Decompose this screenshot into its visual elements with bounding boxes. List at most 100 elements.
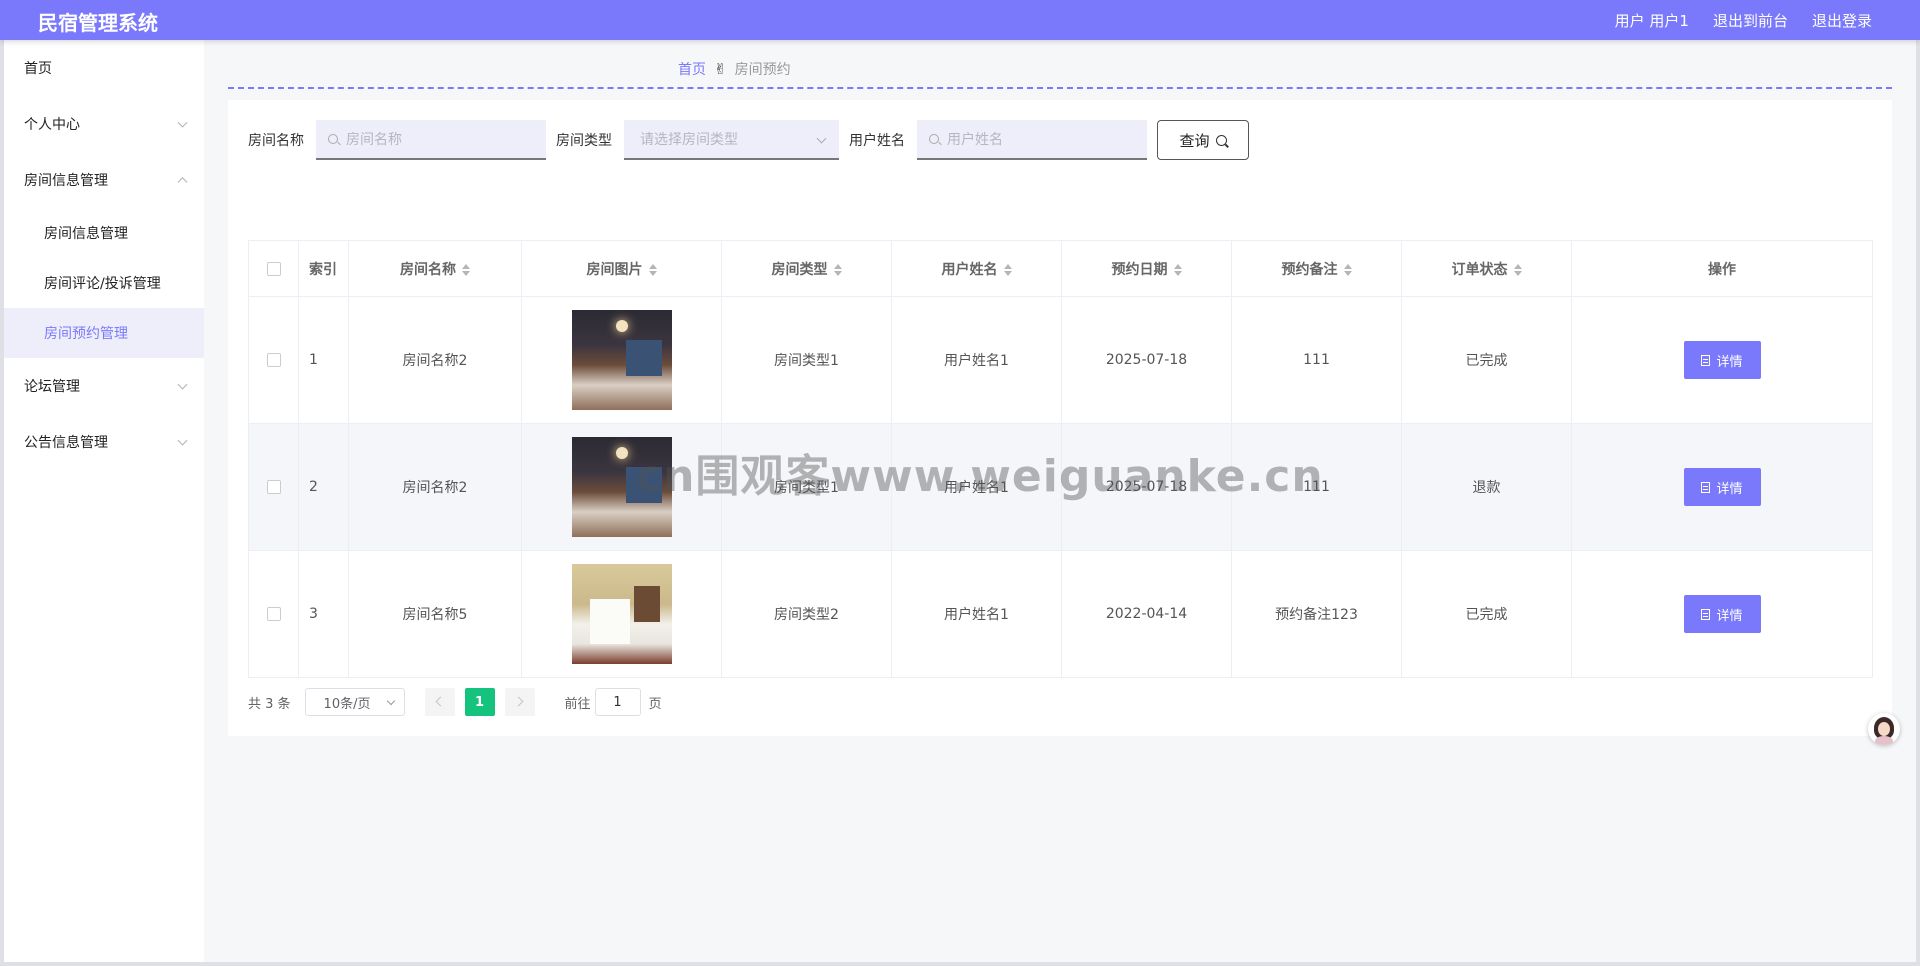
header-label: 房间图片: [586, 261, 643, 278]
detail-button-label: 详情: [1716, 608, 1743, 624]
user-name-input[interactable]: 用户姓名: [917, 120, 1147, 160]
header-label: 房间类型: [771, 261, 828, 278]
room-name-placeholder: 房间名称: [346, 132, 402, 148]
sidebar-item-label: 论坛管理: [24, 379, 80, 395]
table-row: 3 房间名称5 房间类型2 用户姓名1 2022-04-14 预约备注123 已…: [248, 550, 1873, 678]
cell-booking-date: 2022-04-14: [1061, 550, 1232, 678]
chevron-down-icon: [386, 696, 395, 706]
header-room-image[interactable]: 房间图片: [521, 240, 722, 297]
cell-actions: 详情: [1571, 296, 1873, 424]
header-actions: 操作: [1571, 240, 1873, 297]
sort-icon[interactable]: [1003, 263, 1012, 276]
sort-icon[interactable]: [462, 263, 470, 276]
room-type-select[interactable]: 请选择房间类型: [624, 120, 839, 160]
sort-icon[interactable]: [1513, 263, 1522, 276]
content-card: 房间名称 房间名称 房间类型 请选择房间类型 用户姓名 用户姓名 查询 索引 房…: [228, 100, 1892, 736]
sidebar-item-home[interactable]: 首页: [4, 40, 204, 96]
sidebar-item-label: 房间信息管理: [44, 226, 128, 242]
detail-button[interactable]: 详情: [1683, 468, 1761, 506]
header-user-name[interactable]: 用户姓名: [891, 240, 1062, 297]
page-suffix: 页: [648, 696, 662, 712]
room-name-input[interactable]: 房间名称: [316, 120, 546, 160]
sidebar-item-notice[interactable]: 公告信息管理: [4, 414, 204, 470]
sidebar-item-label: 个人中心: [24, 117, 80, 133]
row-checkbox[interactable]: [266, 480, 281, 494]
next-page-button[interactable]: [504, 688, 535, 716]
cell-booking-date: 2025-07-18: [1061, 296, 1232, 424]
header-room-type[interactable]: 房间类型: [721, 240, 892, 297]
header-label: 预约日期: [1111, 261, 1168, 278]
room-image[interactable]: [571, 437, 672, 537]
prev-page-button[interactable]: [424, 688, 455, 716]
header-label: 用户姓名: [941, 261, 998, 278]
row-checkbox[interactable]: [266, 607, 281, 621]
cell-user-name: 用户姓名1: [891, 423, 1062, 551]
search-icon: [328, 134, 338, 144]
cell-order-status: 退款: [1401, 423, 1572, 551]
user-name-label: 用户姓名: [849, 133, 905, 149]
page-number-button[interactable]: 1: [464, 688, 495, 716]
query-button[interactable]: 查询: [1157, 120, 1249, 160]
user-name-placeholder: 用户姓名: [947, 132, 1003, 148]
sidebar-item-room-group[interactable]: 房间信息管理: [4, 152, 204, 208]
sidebar-item-personal[interactable]: 个人中心: [4, 96, 204, 152]
room-image[interactable]: [571, 310, 672, 410]
room-type-label: 房间类型: [556, 133, 612, 149]
breadcrumb: 首页 ✌ 房间预约: [678, 59, 791, 79]
header-label: 预约备注: [1281, 261, 1338, 278]
query-button-label: 查询: [1179, 131, 1210, 150]
cell-index: 3: [298, 550, 349, 678]
detail-button-label: 详情: [1716, 481, 1743, 497]
search-bar: 房间名称 房间名称 房间类型 请选择房间类型 用户姓名 用户姓名 查询: [248, 120, 1249, 160]
room-type-placeholder: 请选择房间类型: [640, 132, 738, 148]
header-index: 索引: [298, 240, 349, 297]
detail-button[interactable]: 详情: [1683, 595, 1761, 633]
sidebar-item-forum[interactable]: 论坛管理: [4, 358, 204, 414]
document-icon: [1701, 354, 1711, 366]
sort-icon[interactable]: [648, 263, 657, 276]
sidebar-subitem-room-booking[interactable]: 房间预约管理: [4, 308, 204, 358]
row-select-cell: [248, 423, 299, 551]
exit-to-front-link[interactable]: 退出到前台: [1713, 10, 1788, 31]
sidebar-subitem-room-comment[interactable]: 房间评论/投诉管理: [4, 258, 204, 308]
header-booking-date[interactable]: 预约日期: [1061, 240, 1232, 297]
cell-room-type: 房间类型1: [721, 423, 892, 551]
chevron-up-icon: [177, 177, 188, 188]
room-image[interactable]: [571, 564, 672, 664]
logout-link[interactable]: 退出登录: [1812, 10, 1872, 31]
header-booking-note[interactable]: 预约备注: [1231, 240, 1402, 297]
sidebar-item-label: 公告信息管理: [24, 435, 108, 451]
breadcrumb-home-link[interactable]: 首页: [678, 59, 706, 79]
assistant-avatar[interactable]: [1868, 713, 1900, 745]
sidebar-subitem-room-info[interactable]: 房间信息管理: [4, 208, 204, 258]
row-select-cell: [248, 550, 299, 678]
goto-page-input[interactable]: 1: [594, 688, 641, 716]
chevron-down-icon: [177, 379, 188, 390]
sort-icon[interactable]: [1343, 263, 1352, 276]
document-icon: [1701, 481, 1711, 493]
cell-room-image: [521, 296, 722, 424]
header-label: 订单状态: [1451, 261, 1508, 278]
sort-icon[interactable]: [833, 263, 842, 276]
cell-index: 2: [298, 423, 349, 551]
detail-button[interactable]: 详情: [1683, 341, 1761, 379]
page-size-select[interactable]: 10条/页: [304, 688, 405, 716]
header-room-name[interactable]: 房间名称: [348, 240, 522, 297]
top-bar: 民宿管理系统 用户 用户1 退出到前台 退出登录: [0, 0, 1920, 40]
current-user-label: 用户 用户1: [1614, 12, 1689, 30]
search-icon: [929, 134, 939, 144]
room-name-label: 房间名称: [248, 133, 304, 149]
cell-booking-note: 111: [1231, 423, 1402, 551]
table-row: 2 房间名称2 房间类型1 用户姓名1 2025-07-18 111 退款 详情: [248, 423, 1873, 551]
header-order-status[interactable]: 订单状态: [1401, 240, 1572, 297]
cell-user-name: 用户姓名1: [891, 550, 1062, 678]
select-all-checkbox[interactable]: [266, 261, 281, 276]
header-label: 房间名称: [400, 261, 456, 278]
row-checkbox[interactable]: [266, 353, 281, 367]
sidebar-item-label: 首页: [24, 61, 52, 77]
breadcrumb-divider: [228, 87, 1892, 89]
hand-separator-icon: ✌: [714, 60, 727, 78]
chevron-down-icon: [177, 435, 188, 446]
sort-icon[interactable]: [1173, 263, 1182, 276]
cell-actions: 详情: [1571, 550, 1873, 678]
